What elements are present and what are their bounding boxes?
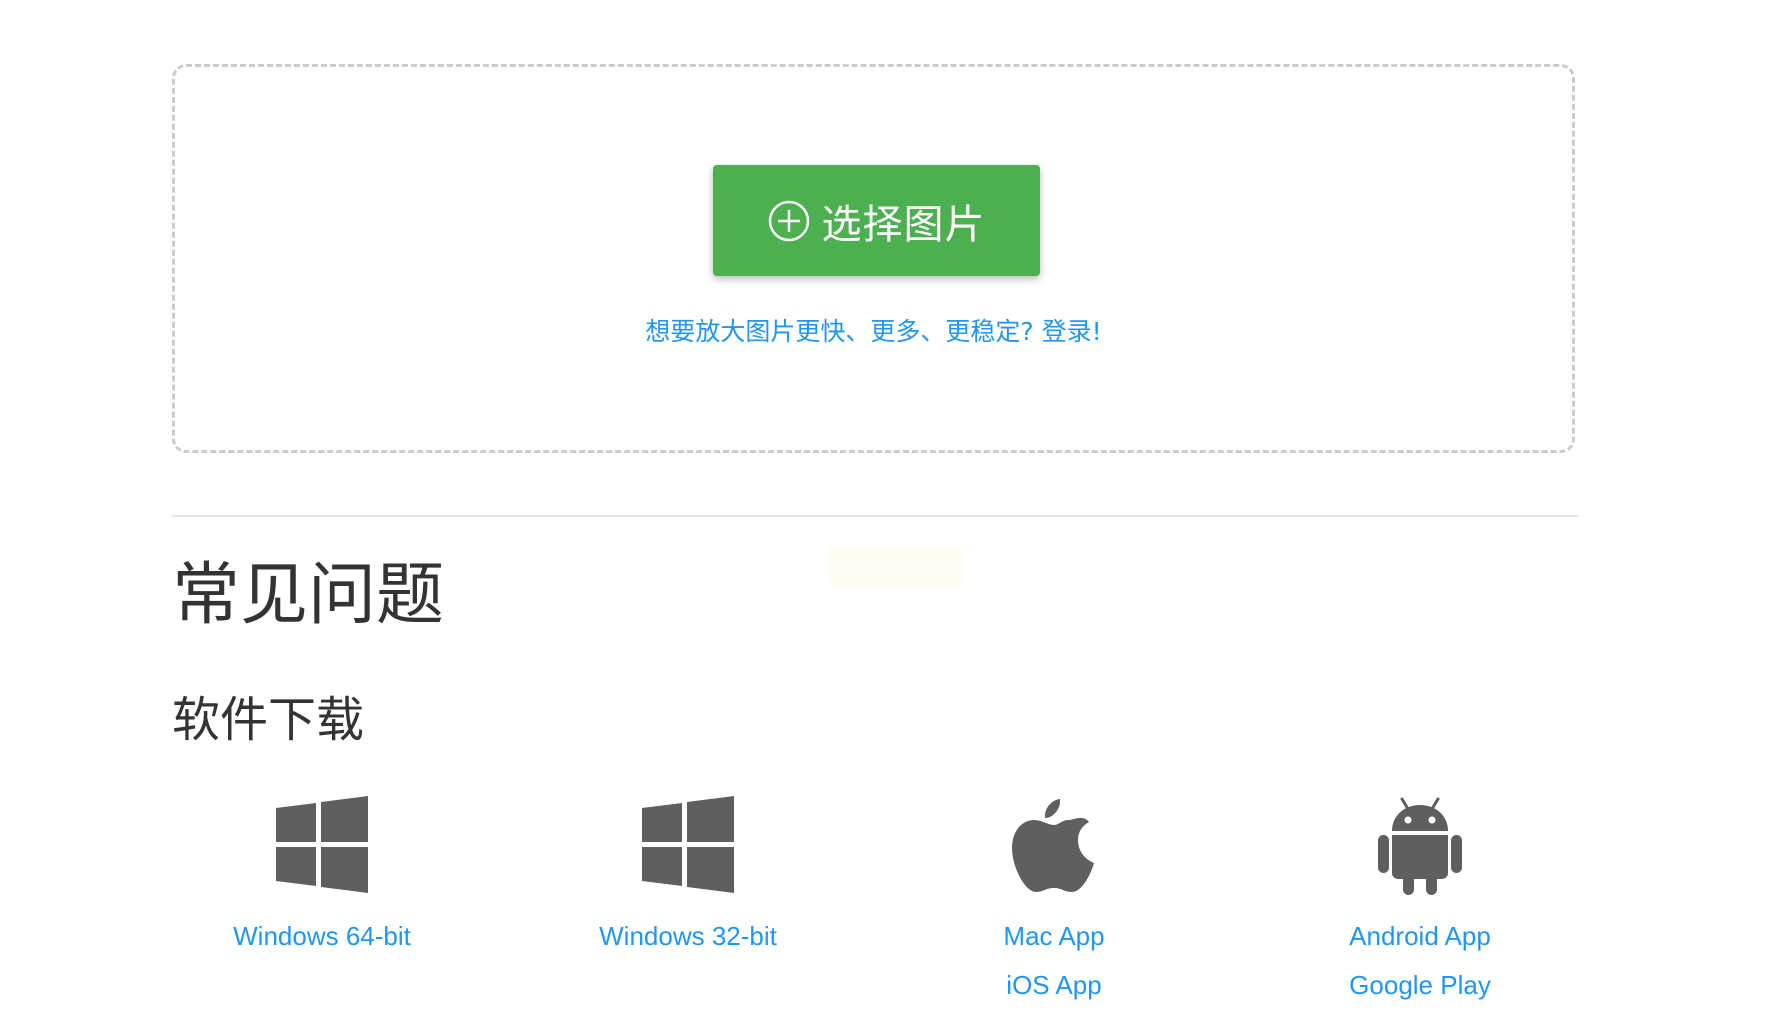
android-icon [1378,797,1462,895]
download-list: Windows 64-bit Windows 32-bit Mac App iO… [172,795,1638,1012]
upload-drop-zone[interactable]: 选择图片 想要放大图片更快、更多、更稳定? 登录! [172,64,1575,453]
download-item-windows-32: Windows 32-bit [538,795,838,951]
ios-app-link[interactable]: iOS App [904,970,1204,1000]
mac-app-link[interactable]: Mac App [904,921,1204,951]
page: 选择图片 想要放大图片更快、更多、更稳定? 登录! 常见问题 软件下载 Wind… [0,0,1784,1012]
windows-icon [276,796,368,893]
section-divider [172,515,1578,517]
download-item-windows-64: Windows 64-bit [172,795,472,951]
windows-icon [642,796,734,893]
download-item-android: Android App Google Play [1270,795,1570,1000]
google-play-link[interactable]: Google Play [1270,970,1570,1000]
faq-title: 常见问题 [172,556,445,635]
download-item-apple: Mac App iOS App [904,795,1204,1000]
select-image-label: 选择图片 [821,201,986,248]
login-prompt-link[interactable]: 想要放大图片更快、更多、更稳定? 登录! [175,312,1572,348]
download-section-title: 软件下载 [172,692,365,748]
windows-64-bit-link[interactable]: Windows 64-bit [172,921,472,951]
android-app-link[interactable]: Android App [1270,921,1570,951]
apple-icon [1012,799,1094,892]
plus-circle-icon [768,200,809,241]
select-image-button[interactable]: 选择图片 [713,165,1040,276]
faint-overlay-box [828,546,963,586]
windows-32-bit-link[interactable]: Windows 32-bit [538,921,838,951]
